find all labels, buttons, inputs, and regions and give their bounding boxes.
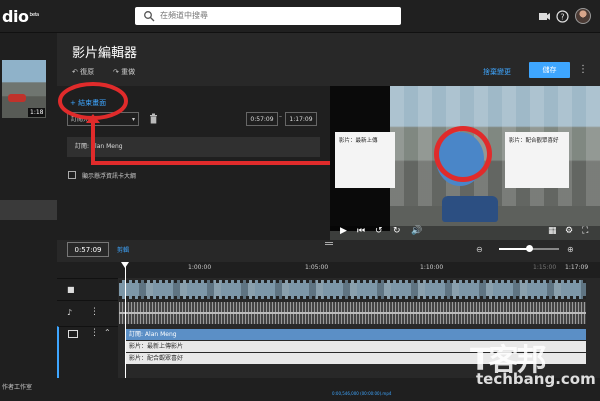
car-image bbox=[442, 196, 498, 222]
end-card-left[interactable]: 影片：最新上傳 bbox=[335, 132, 395, 188]
ruler-tick-end: 1:17:09 bbox=[565, 264, 589, 271]
zoom-slider-knob[interactable] bbox=[526, 245, 533, 252]
video-track-icon: ■ bbox=[67, 285, 75, 294]
audio-more-icon[interactable]: ⋮ bbox=[90, 307, 99, 317]
video-track-label: ■ bbox=[57, 278, 118, 300]
end-screen-track-label: ⋮ ⌃ bbox=[57, 326, 118, 378]
cut-button[interactable]: 剪輯 bbox=[117, 245, 129, 254]
ruler-tick: 1:00:00 bbox=[188, 264, 212, 271]
resize-handle[interactable] bbox=[325, 242, 333, 245]
player-controls bbox=[330, 226, 600, 240]
end-card-left-label: 影片：最新上傳 bbox=[339, 138, 378, 144]
zoom-out-icon[interactable]: ⊖ bbox=[476, 245, 483, 254]
watermark-url: techbang.com bbox=[476, 370, 596, 388]
ruler-tick: 1:05:00 bbox=[305, 264, 329, 271]
zoom-in-icon[interactable]: ⊕ bbox=[567, 245, 574, 254]
play-icon[interactable]: ▶ bbox=[340, 226, 347, 236]
forward-icon[interactable]: ↻ bbox=[393, 226, 401, 236]
music-note-icon: ♪ bbox=[67, 308, 73, 317]
end-card-right[interactable]: 影片：配合觀眾喜好 bbox=[505, 132, 569, 188]
timeline-ruler bbox=[57, 262, 600, 278]
zoom-slider-fill bbox=[499, 248, 529, 250]
end-screen-track-icon bbox=[68, 330, 78, 338]
end-screen-more-icon[interactable]: ⋮ bbox=[90, 328, 99, 338]
skip-back-icon[interactable]: ⏮ bbox=[357, 226, 365, 236]
annotation-circle bbox=[58, 82, 128, 120]
timeline-current-time[interactable]: 0:57:09 bbox=[67, 242, 109, 257]
grid-icon[interactable]: ▦ bbox=[548, 226, 557, 236]
fullscreen-icon[interactable]: ⛶ bbox=[582, 226, 588, 236]
timeline-footer-note: 0:00,546,000 (00:00:00).mp4 bbox=[332, 391, 392, 396]
video-preview[interactable]: 影片：最新上傳 影片：配合觀眾喜好 ▶ ⏮ ↺ ↻ 🔊 ▦ ⚙ ⛶ bbox=[330, 86, 600, 240]
rewind-icon[interactable]: ↺ bbox=[375, 226, 383, 236]
audio-waveform-center bbox=[119, 312, 586, 314]
volume-icon[interactable]: 🔊 bbox=[411, 226, 422, 236]
ruler-tick: 1:10:00 bbox=[420, 264, 444, 271]
end-card-right-label: 影片：配合觀眾喜好 bbox=[509, 138, 559, 144]
ruler-tick: 1:15:00 bbox=[533, 264, 557, 271]
settings-icon[interactable]: ⚙ bbox=[565, 226, 573, 236]
collapse-icon[interactable]: ⌃ bbox=[104, 328, 111, 337]
playhead-marker[interactable] bbox=[121, 262, 129, 268]
audio-track-label: ♪ ⋮ bbox=[57, 300, 118, 326]
playhead[interactable] bbox=[125, 262, 126, 392]
annotation-ring bbox=[434, 126, 492, 182]
video-filmstrip[interactable] bbox=[119, 280, 586, 299]
